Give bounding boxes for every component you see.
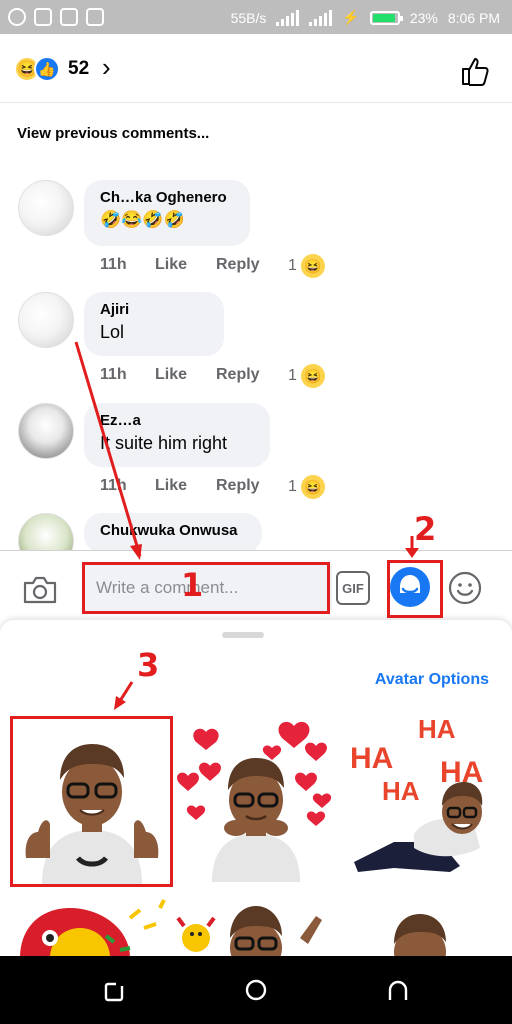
home-icon[interactable] <box>244 978 268 1002</box>
navigation-bar <box>0 956 512 1024</box>
annotation-number-1: 1 <box>181 566 204 604</box>
recent-apps-icon[interactable] <box>102 978 126 1002</box>
back-icon[interactable] <box>386 978 410 1002</box>
annotation-number-2: 2 <box>414 510 437 548</box>
annotation-number-3: 3 <box>137 646 160 684</box>
